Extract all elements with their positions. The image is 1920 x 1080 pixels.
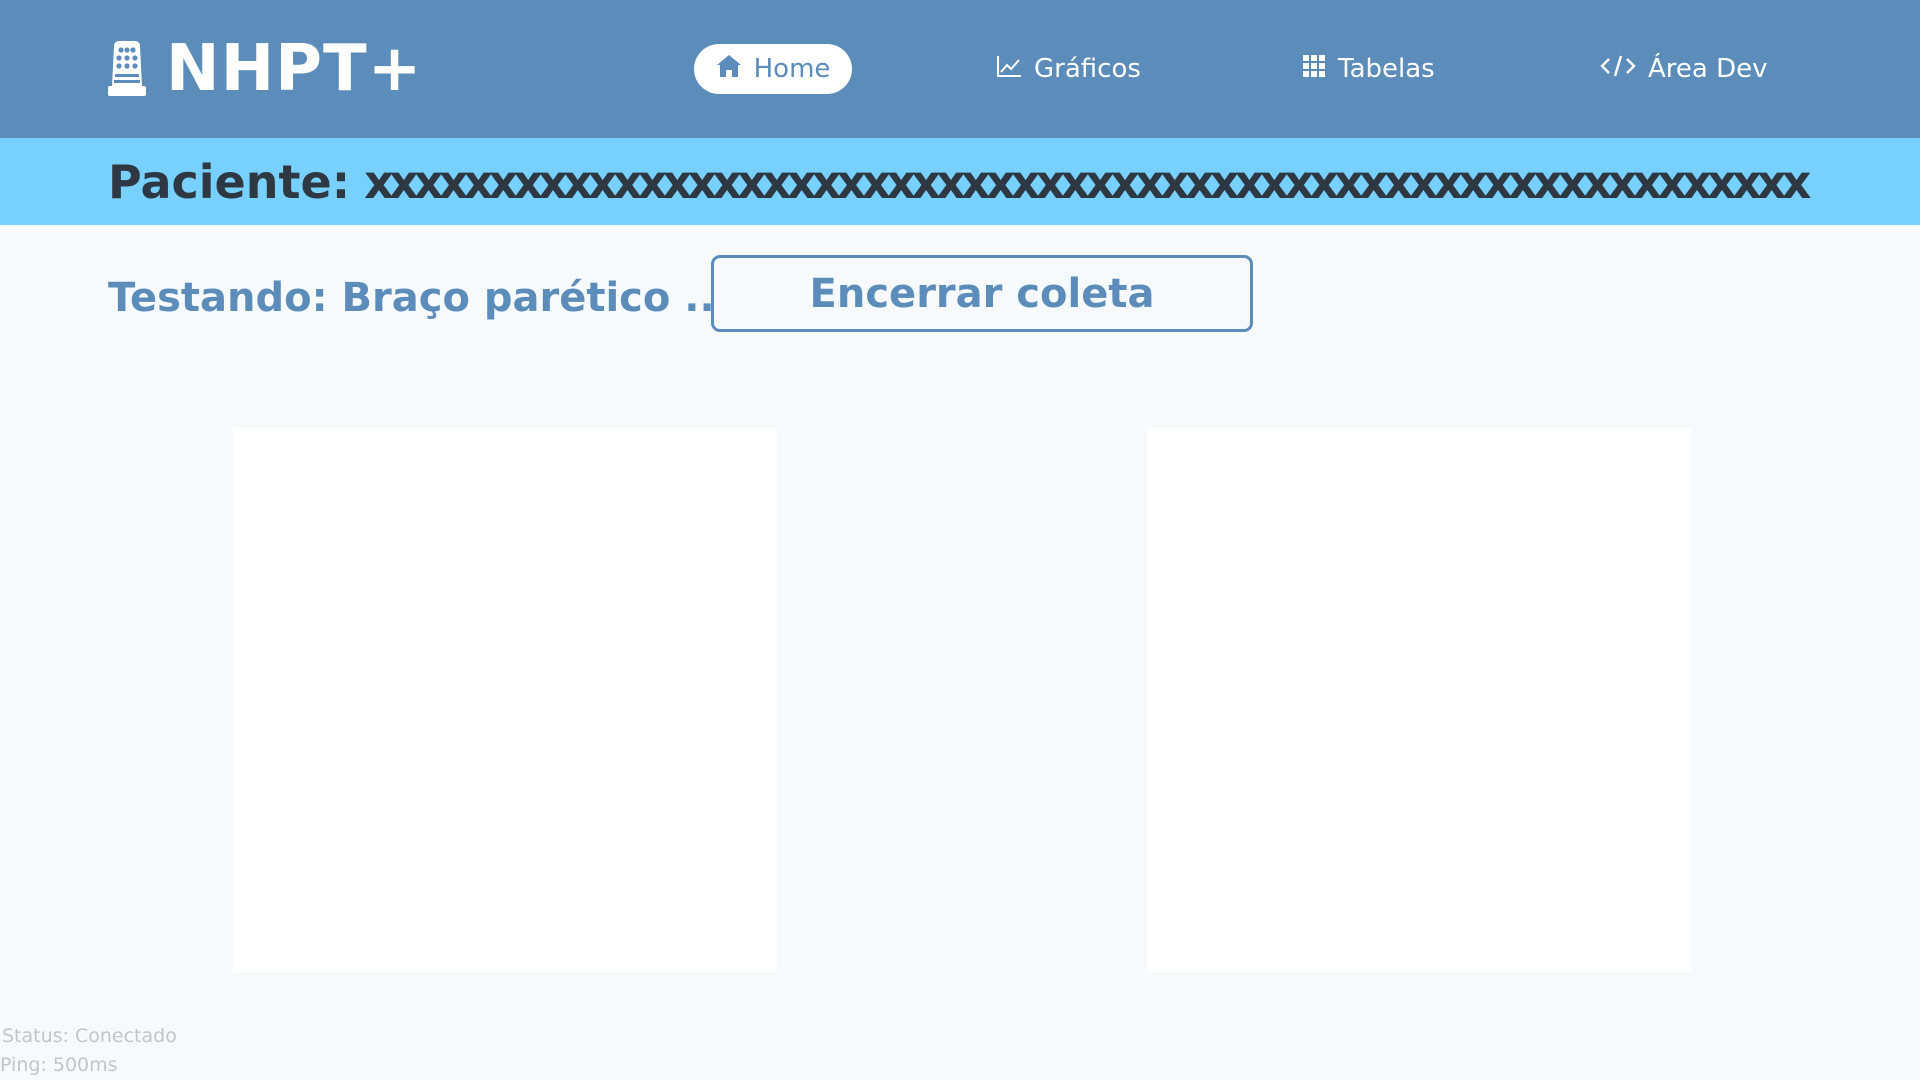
code-icon (1600, 54, 1648, 85)
patient-label: Paciente: (108, 155, 351, 209)
right-panel (1147, 428, 1691, 972)
app-name: NHPT+ (166, 32, 423, 106)
patient-name: xxxxxxxxxxxxxxxxxxxxxxxxxxxxxxxxxxxxxxxx… (364, 155, 1811, 209)
chart-line-icon (996, 54, 1034, 85)
grid-table-icon (1302, 54, 1338, 85)
testing-status: Testando: Braço parético ... (108, 275, 730, 321)
thimble-pegboard-icon (106, 40, 148, 98)
app-logo[interactable]: NHPT+ (106, 36, 422, 102)
patient-bar: Paciente: xxxxxxxxxxxxxxxxxxxxxxxxxxxxxx… (0, 138, 1920, 225)
nav-area-dev[interactable]: Área Dev (1600, 44, 1768, 94)
ping-readout: Ping: 500ms (0, 1054, 118, 1076)
home-icon (716, 54, 754, 85)
top-navigation-bar: NHPT+ Home Gráficos Tabelas Área Dev (0, 0, 1920, 138)
end-collection-button[interactable]: Encerrar coleta (711, 255, 1253, 332)
nav-home[interactable]: Home (694, 44, 852, 94)
patient-info: Paciente: xxxxxxxxxxxxxxxxxxxxxxxxxxxxxx… (108, 152, 1811, 212)
left-panel (233, 428, 777, 972)
nav-graficos-label: Gráficos (1034, 54, 1141, 84)
nav-area-dev-label: Área Dev (1648, 54, 1768, 84)
nav-tabelas[interactable]: Tabelas (1302, 44, 1435, 94)
nav-tabelas-label: Tabelas (1338, 54, 1435, 84)
nav-home-label: Home (753, 54, 831, 84)
connection-status: Status: Conectado (2, 1025, 177, 1047)
nav-graficos[interactable]: Gráficos (996, 44, 1141, 94)
